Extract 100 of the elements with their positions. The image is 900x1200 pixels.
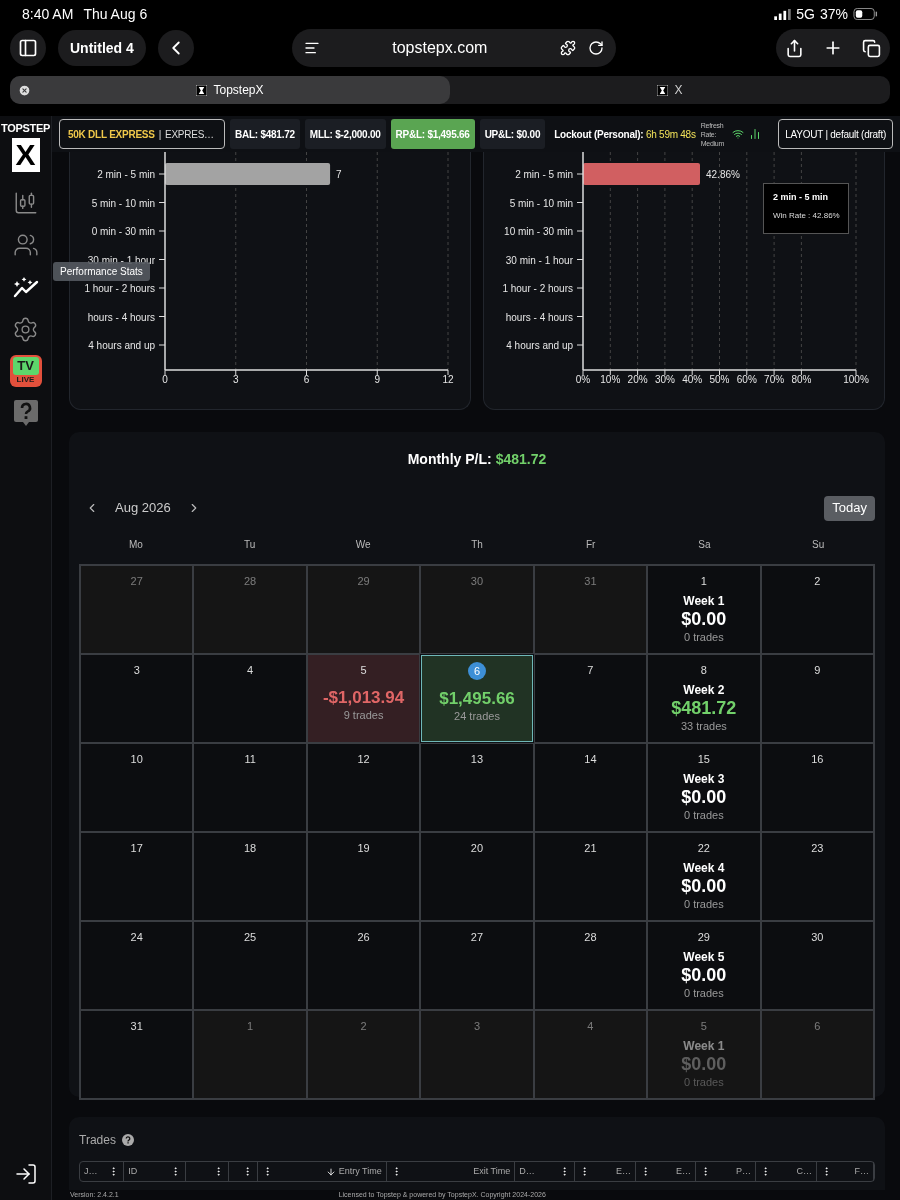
day-number: 27 xyxy=(470,930,484,945)
logout-icon[interactable] xyxy=(13,1162,38,1186)
tick-label: 6 xyxy=(303,374,310,385)
calendar-day[interactable]: 11 xyxy=(193,743,307,832)
calendar-day[interactable]: 6 xyxy=(760,1010,874,1099)
calendar-day[interactable]: 27 xyxy=(420,921,534,1010)
column-header[interactable]: Exit Time xyxy=(386,1162,516,1181)
calendar-day[interactable]: 5 Week 1 $0.00 0 trades xyxy=(647,1010,761,1099)
tick-label: 80% xyxy=(791,374,812,385)
people-icon[interactable] xyxy=(12,232,39,258)
calendar-day[interactable]: 3 xyxy=(420,1010,534,1099)
calendar-day[interactable]: 9 xyxy=(760,654,874,743)
day-number: 24 xyxy=(130,930,143,945)
calendar-day[interactable]: 30 xyxy=(420,565,534,654)
tick-label: 60% xyxy=(736,374,757,385)
settings-icon[interactable] xyxy=(12,315,39,343)
column-header[interactable]: Entry Time xyxy=(258,1162,387,1181)
weekday-label: Su xyxy=(812,538,825,552)
help-icon[interactable] xyxy=(13,400,38,426)
calendar-day[interactable]: 8 Week 2 $481.72 33 trades xyxy=(647,654,761,743)
calendar-day[interactable]: 31 xyxy=(533,565,648,654)
sort-icon[interactable] xyxy=(325,1166,336,1177)
calendar-day[interactable]: 23 xyxy=(760,832,874,921)
day-number: 28 xyxy=(584,930,597,945)
reader-icon[interactable] xyxy=(303,40,320,56)
column-header[interactable]: P… xyxy=(696,1162,756,1181)
calendar-day[interactable]: 30 xyxy=(760,921,874,1010)
reload-icon[interactable] xyxy=(587,40,604,56)
calendar-day[interactable]: 28 xyxy=(533,921,648,1010)
calendar-day[interactable]: 2 xyxy=(760,565,874,654)
calendar-day[interactable]: 13 xyxy=(420,743,534,832)
trade-count: 0 trades xyxy=(683,897,724,911)
day-number: 11 xyxy=(244,752,256,767)
sidebar-toggle-button[interactable] xyxy=(10,30,46,66)
calendar-day[interactable]: 5 -$1,013.94 9 trades xyxy=(306,654,421,743)
category-label: hours - 4 hours xyxy=(87,311,155,323)
live-tv-button[interactable]: TV LIVE xyxy=(9,355,42,387)
help-icon[interactable] xyxy=(121,1134,134,1146)
sparkle-chart-icon[interactable] xyxy=(12,276,39,298)
calendar-day[interactable]: 26 xyxy=(306,921,421,1010)
day-number: 7 xyxy=(587,663,594,678)
extension-icon[interactable] xyxy=(559,40,576,56)
column-header[interactable]: F… xyxy=(816,1162,874,1181)
wifi-icon xyxy=(731,128,744,140)
day-number: 6 xyxy=(468,662,486,680)
calendar-day[interactable]: 24 xyxy=(80,921,194,1010)
column-header[interactable]: J… xyxy=(80,1162,125,1181)
layout-button[interactable]: LAYOUT | default (draft) xyxy=(778,119,893,149)
calendar-day[interactable]: 29 Week 5 $0.00 0 trades xyxy=(647,921,761,1010)
calendar-day[interactable]: 12 xyxy=(306,743,421,832)
calendar-day[interactable]: 4 xyxy=(193,654,307,743)
weekday-label: Mo xyxy=(128,538,143,552)
calendar-day[interactable]: 1 xyxy=(193,1010,307,1099)
calendar-day[interactable]: 15 Week 3 $0.00 0 trades xyxy=(647,743,761,832)
day-number: 15 xyxy=(697,752,710,767)
calendar-day[interactable]: 7 xyxy=(533,654,648,743)
calendar-day[interactable]: 28 xyxy=(193,565,307,654)
column-header[interactable]: ID xyxy=(124,1162,187,1181)
day-number: 3 xyxy=(133,663,140,678)
clock-time: 8:40 AM xyxy=(22,4,74,24)
url-text: topstepx.com xyxy=(392,38,488,58)
trade-count: 9 trades xyxy=(343,708,384,722)
tabs-icon[interactable] xyxy=(861,38,881,58)
column-header[interactable]: E… xyxy=(575,1162,637,1181)
calendar-day[interactable]: 17 xyxy=(80,832,194,921)
calendar-day[interactable]: 14 xyxy=(533,743,648,832)
week-label: Week 5 xyxy=(683,950,725,964)
calendar-day[interactable]: 2 xyxy=(306,1010,421,1099)
browser-tab[interactable]: X xyxy=(450,76,890,104)
calendar-day[interactable]: 31 xyxy=(80,1010,194,1099)
calendar-day[interactable]: 20 xyxy=(420,832,534,921)
column-header[interactable]: D… xyxy=(515,1162,576,1181)
calendar-day[interactable]: 19 xyxy=(306,832,421,921)
calendar-day[interactable]: 1 Week 1 $0.00 0 trades xyxy=(647,565,761,654)
share-icon[interactable] xyxy=(785,38,805,58)
account-select[interactable]: 50K DLL EXPRESS | EXPRES… xyxy=(59,119,225,149)
calendar-day[interactable]: 16 xyxy=(760,743,874,832)
calendar-day[interactable]: 10 xyxy=(80,743,194,832)
address-bar[interactable]: topstepx.com xyxy=(291,29,616,67)
calendar-day[interactable]: 6 $1,495.66 24 trades xyxy=(421,655,533,742)
calendar-day[interactable]: 21 xyxy=(533,832,648,921)
calendar-day[interactable]: 22 Week 4 $0.00 0 trades xyxy=(647,832,761,921)
calendar-day[interactable]: 25 xyxy=(193,921,307,1010)
browser-tab[interactable]: TopstepX xyxy=(10,76,450,104)
today-button[interactable]: Today xyxy=(824,495,875,521)
category-label: 10 min - 30 min xyxy=(504,226,573,237)
calendar-day[interactable]: 27 xyxy=(80,565,194,654)
value-label: 42.86% xyxy=(706,169,740,180)
column-header[interactable]: C… xyxy=(756,1162,817,1181)
day-number: 31 xyxy=(584,574,597,589)
calendar-day[interactable]: 18 xyxy=(193,832,307,921)
calendar-day[interactable]: 3 xyxy=(80,654,194,743)
calendar-day[interactable]: 4 xyxy=(533,1010,648,1099)
tab-group-button[interactable]: Untitled 4 xyxy=(58,30,146,66)
day-pnl: -$1,013.94 xyxy=(322,688,405,708)
day-number: 26 xyxy=(357,930,370,945)
back-button[interactable] xyxy=(157,30,194,66)
calendar-day[interactable]: 29 xyxy=(306,565,421,654)
close-tab-icon[interactable] xyxy=(18,83,31,97)
column-header[interactable]: E… xyxy=(636,1162,697,1181)
